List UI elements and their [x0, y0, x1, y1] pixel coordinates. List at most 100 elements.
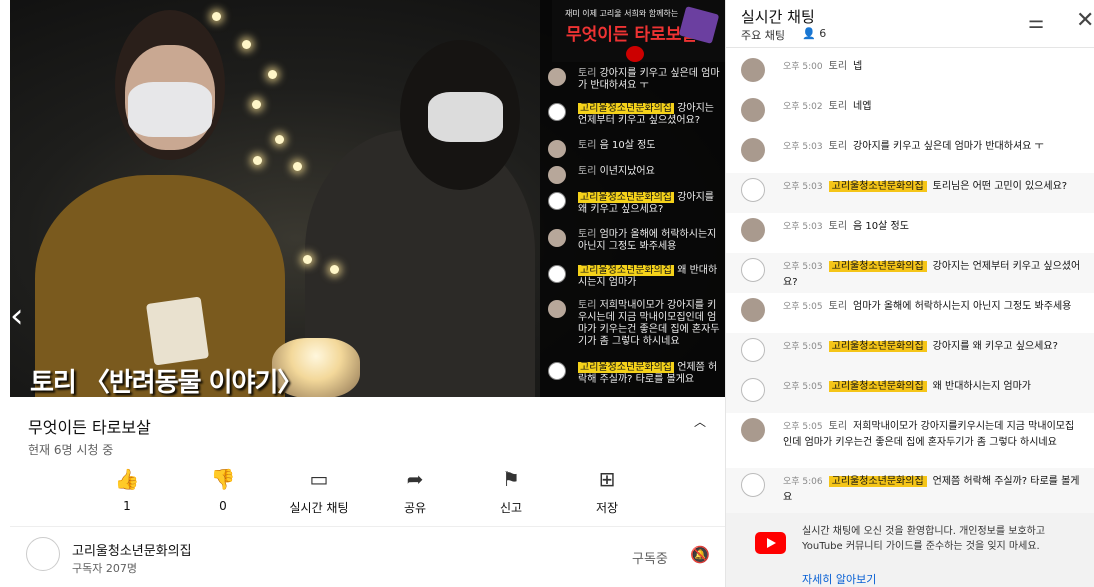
share-icon: ➦: [406, 467, 424, 491]
author-name[interactable]: 토리: [829, 141, 847, 152]
report-button[interactable]: ⚑ 신고: [471, 467, 551, 516]
author-name: 토리: [578, 140, 597, 151]
author-name[interactable]: 고리울청소년문화의집: [828, 261, 927, 272]
author-name: 토리: [578, 229, 597, 240]
fairy-light: [275, 135, 284, 144]
message-text: 저희막내이모가 강아지를키우시는데 지금 막내이모집인데 엄마가 키우는건 좋은…: [783, 421, 1075, 448]
message-text: 엄마가 올해에 허락하시는지 아닌지 그정도 봐주세용: [853, 301, 1072, 312]
chat-mode-selector[interactable]: 주요 채팅: [741, 27, 785, 43]
overlay-message-text: 토리 음 10살 정도: [578, 140, 720, 152]
avatar[interactable]: [741, 98, 765, 122]
chat-message-body: 오후 5:03 고리울청소년문화의집 토리님은 어떤 고민이 있으세요?: [783, 179, 1083, 195]
person-icon: 👤: [802, 27, 816, 40]
avatar[interactable]: [741, 298, 765, 322]
avatar[interactable]: [741, 218, 765, 242]
timestamp: 오후 5:05: [783, 302, 823, 312]
dislike-button[interactable]: 👎 0: [183, 467, 263, 513]
avatar: [548, 229, 566, 247]
avatar: [548, 68, 566, 86]
author-name: 고리울청소년문화의집: [578, 103, 674, 114]
message-text: 넵: [853, 61, 863, 72]
author-name[interactable]: 고리울청소년문화의집: [828, 341, 927, 352]
timestamp: 오후 5:03: [783, 222, 823, 232]
message-text: 저희막내이모가 강아지를 키우시는데 지금 막내이모집인데 엄마가 키우는건 좋…: [578, 300, 720, 347]
avatar[interactable]: [741, 473, 765, 497]
channel-name[interactable]: 고리울청소년문화의집: [72, 540, 192, 559]
avatar[interactable]: [741, 258, 765, 282]
filter-icon[interactable]: ⚌: [1028, 12, 1044, 33]
author-name: 토리: [578, 300, 597, 311]
timestamp: 오후 5:02: [783, 102, 823, 112]
author-name[interactable]: 토리: [829, 301, 847, 312]
chat-message[interactable]: 오후 5:05 고리울청소년문화의집 강아지를 왜 키우고 싶으세요?: [726, 333, 1094, 373]
message-text: 토리님은 어떤 고민이 있으세요?: [932, 181, 1068, 192]
fairy-light: [253, 156, 262, 165]
viewer-number: 6: [819, 27, 827, 40]
overlay-message-text: 고리울청소년문화의집 강아지를 왜 키우고 싶으세요?: [578, 192, 720, 216]
notice-text: 실시간 채팅에 오신 것을 환영합니다. 개인정보를 보호하고 YouTube …: [802, 526, 1046, 552]
author-name[interactable]: 토리: [829, 101, 847, 112]
chevron-up-icon[interactable]: ︿: [694, 413, 706, 430]
message-text: 강아지를 키우고 싶은데 엄마가 반대하셔요 ㅜ: [578, 68, 720, 91]
chat-message-body: 오후 5:02 토리 네엡: [783, 99, 1083, 115]
chat-message[interactable]: 오후 5:03 고리울청소년문화의집 토리님은 어떤 고민이 있으세요?: [726, 173, 1094, 213]
chat-icon: ▭: [309, 467, 329, 491]
author-name: 토리: [578, 68, 597, 79]
avatar[interactable]: [741, 378, 765, 402]
avatar[interactable]: [741, 138, 765, 162]
timestamp: 오후 5:05: [783, 342, 823, 352]
message-text: 강아지는 언제부터 키우고 싶으셨어요?: [783, 261, 1081, 288]
subscribed-button[interactable]: 구독중: [632, 548, 668, 567]
author-name[interactable]: 고리울청소년문화의집: [828, 181, 927, 192]
chat-message[interactable]: 오후 5:05 토리 엄마가 올해에 허락하시는지 아닌지 그정도 봐주세용: [726, 293, 1094, 333]
author-name[interactable]: 고리울청소년문화의집: [828, 381, 927, 392]
fairy-light: [242, 40, 251, 49]
avatar: [548, 166, 566, 184]
avatar[interactable]: [741, 178, 765, 202]
chat-message[interactable]: 오후 5:03 토리 강아지를 키우고 싶은데 엄마가 반대하셔요 ㅜ: [726, 133, 1094, 173]
fairy-light: [252, 100, 261, 109]
save-button[interactable]: ⊞ 저장: [567, 467, 647, 516]
video-page: ‹ 토리 〈반려동물 이야기〉 재미 이제 고리울 서희와 함께하는 무엇이든 …: [0, 0, 725, 587]
author-name[interactable]: 토리: [829, 221, 847, 232]
chat-message[interactable]: 오후 5:05 고리울청소년문화의집 왜 반대하시는지 엄마가: [726, 373, 1094, 413]
chat-message[interactable]: 오후 5:06 고리울청소년문화의집 언제쯤 허락해 주실까? 타로를 볼게요: [726, 468, 1094, 513]
chat-message[interactable]: 오후 5:05 토리 저희막내이모가 강아지를키우시는데 지금 막내이모집인데 엄마…: [726, 413, 1094, 468]
chat-message[interactable]: 오후 5:03 고리울청소년문화의집 강아지는 언제부터 키우고 싶으셨어요?: [726, 253, 1094, 293]
fairy-light: [303, 255, 312, 264]
channel-avatar[interactable]: [26, 537, 60, 571]
prev-arrow-icon[interactable]: ‹: [10, 296, 36, 336]
close-icon[interactable]: ✕: [1076, 8, 1094, 33]
author-name[interactable]: 토리: [829, 61, 847, 72]
timestamp: 오후 5:03: [783, 182, 823, 192]
flag-icon: ⚑: [502, 467, 520, 491]
message-text: 네엡: [853, 101, 872, 112]
author-name: 고리울청소년문화의집: [578, 192, 674, 203]
share-button[interactable]: ➦ 공유: [375, 467, 455, 516]
chat-message[interactable]: 오후 5:00 토리 넵: [726, 53, 1094, 93]
author-name: 고리울청소년문화의집: [578, 265, 674, 276]
chat-message-body: 오후 5:06 고리울청소년문화의집 언제쯤 허락해 주실까? 타로를 볼게요: [783, 474, 1083, 506]
overlay-message-text: 토리 강아지를 키우고 싶은데 엄마가 반대하셔요 ㅜ: [578, 68, 720, 92]
live-chat-panel: 실시간 채팅 주요 채팅 👤 6 ⚌ ✕ 오후 5:00 토리 넵 오후 5:02 토리…: [725, 0, 1094, 587]
author-name[interactable]: 토리: [829, 421, 847, 432]
stream-title: 무엇이든 타로보살: [28, 418, 151, 437]
author-name[interactable]: 고리울청소년문화의집: [828, 476, 927, 487]
bell-off-icon[interactable]: 🔕: [690, 545, 710, 564]
author-name: 고리울청소년문화의집: [578, 362, 674, 373]
avatar: [548, 140, 566, 158]
chat-message[interactable]: 오후 5:02 토리 네엡: [726, 93, 1094, 133]
chat-message-body: 오후 5:00 토리 넵: [783, 59, 1083, 75]
avatar[interactable]: [741, 58, 765, 82]
fairy-light: [268, 70, 277, 79]
avatar[interactable]: [741, 338, 765, 362]
live-chat-button[interactable]: ▭ 실시간 채팅: [279, 467, 359, 516]
avatar[interactable]: [741, 418, 765, 442]
chat-message-body: 오후 5:03 토리 강아지를 키우고 싶은데 엄마가 반대하셔요 ㅜ: [783, 139, 1083, 155]
like-button[interactable]: 👍 1: [87, 467, 167, 513]
timestamp: 오후 5:06: [783, 477, 823, 487]
person-left-mask: [128, 82, 212, 137]
subscriber-count: 구독자 207명: [72, 562, 137, 575]
chat-message[interactable]: 오후 5:03 토리 음 10살 정도: [726, 213, 1094, 253]
learn-more-link[interactable]: 자세히 알아보기: [802, 571, 876, 587]
